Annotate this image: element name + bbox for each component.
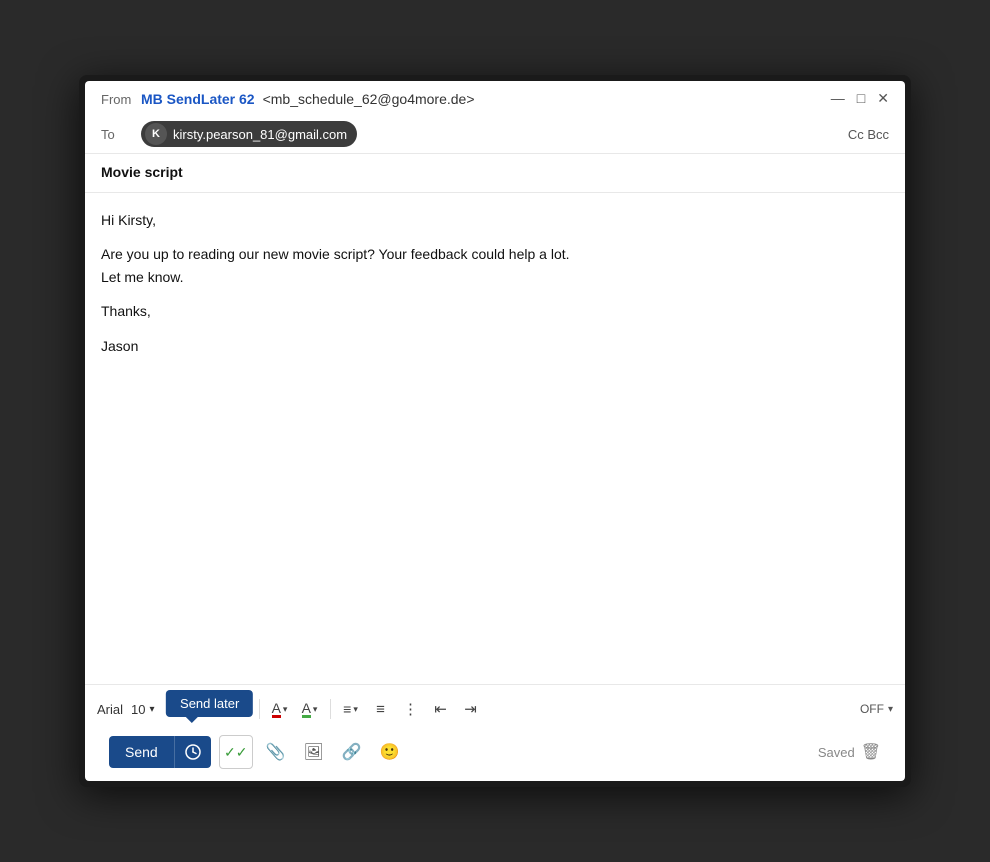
send-button[interactable]: Send [109,736,174,768]
trash-button[interactable]: 🗑 [861,742,881,762]
sender-email: <mb_schedule_62@go4more.de> [263,91,475,107]
from-label: From [101,92,133,107]
toolbar-area: Arial 10 ▾ B I U A▾ A▾ ≡▾ [85,684,905,781]
highlight-button[interactable]: A▾ [296,695,324,723]
recipient-email: kirsty.pearson_81@gmail.com [173,127,347,142]
recipient-chip[interactable]: K kirsty.pearson_81@gmail.com [141,121,357,147]
close-button[interactable]: ✕ [877,91,889,105]
saved-label: Saved [818,745,855,760]
body-line2: Let me know. [101,269,184,285]
image-icon: 🖼 [304,742,324,762]
cc-bcc-button[interactable]: Cc Bcc [848,127,889,142]
body-line1: Are you up to reading our new movie scri… [101,243,889,288]
unordered-list-button[interactable]: ⋮ [397,695,425,723]
font-size-arrow: ▾ [149,704,154,715]
font-select[interactable]: Arial [97,702,123,717]
double-check-button[interactable]: ✓✓ [219,735,253,769]
title-bar: From MB SendLater 62 <mb_schedule_62@go4… [85,81,905,115]
sign-off: Thanks, [101,300,889,322]
to-row: To K kirsty.pearson_81@gmail.com Cc Bcc [85,115,905,154]
attachment-icon: 📎 [266,742,286,762]
saved-status: Saved 🗑 [818,742,881,762]
send-later-tooltip: Send later [166,690,253,717]
greeting: Hi Kirsty, [101,209,889,231]
sender-name: MB SendLater 62 [141,91,255,107]
subject-text: Movie script [101,164,183,180]
ordered-list-button[interactable]: ≡ [367,695,395,723]
off-toggle-arrow: ▾ [888,704,893,715]
action-row: Send Send later ✓✓ [97,727,893,781]
emoji-icon: 🙂 [380,742,400,762]
send-later-button[interactable] [174,736,211,768]
emoji-button[interactable]: 🙂 [375,737,405,767]
minimize-button[interactable]: — [831,91,845,105]
attachment-button[interactable]: 📎 [261,737,291,767]
font-color-button[interactable]: A▾ [266,695,294,723]
indent-increase-button[interactable]: ⇥ [457,695,485,723]
image-button[interactable]: 🖼 [299,737,329,767]
link-button[interactable]: 🔗 [337,737,367,767]
font-size-select[interactable]: 10 ▾ [131,702,155,717]
align-button[interactable]: ≡▾ [337,695,365,723]
clock-icon [185,744,201,760]
off-toggle[interactable]: OFF ▾ [860,702,893,716]
separator-1 [259,699,260,719]
to-label: To [101,127,133,142]
recipient-avatar: K [145,123,167,145]
trash-icon: 🗑 [861,744,881,761]
window-controls: — □ ✕ [831,91,889,105]
sender-name-body: Jason [101,335,889,357]
maximize-button[interactable]: □ [857,91,865,105]
indent-decrease-button[interactable]: ⇤ [427,695,455,723]
link-icon: 🔗 [342,742,362,762]
separator-2 [330,699,331,719]
send-later-wrapper: Send later [174,736,211,768]
send-button-group: Send Send later [109,736,211,768]
subject-row: Movie script [85,154,905,193]
email-body[interactable]: Hi Kirsty, Are you up to reading our new… [85,193,905,684]
